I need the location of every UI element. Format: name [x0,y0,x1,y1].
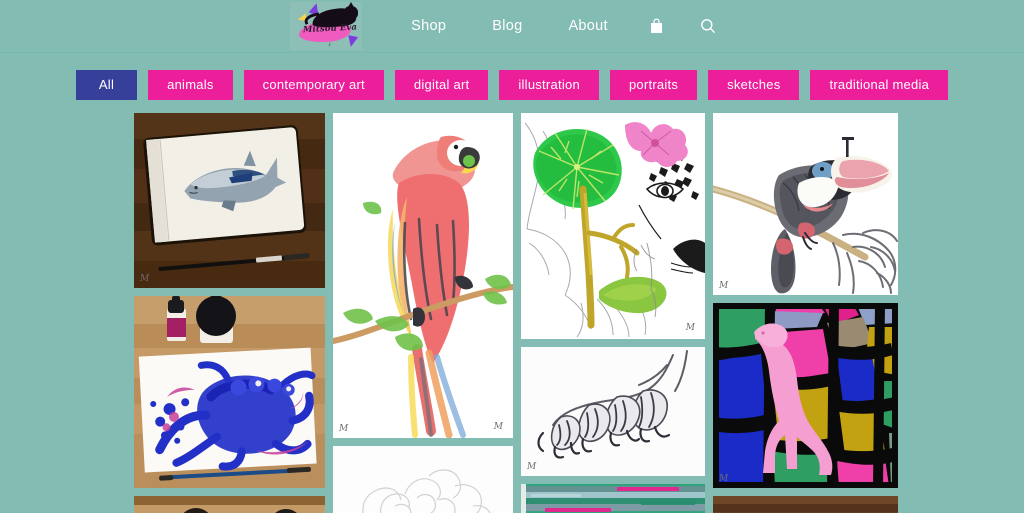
gallery-column-4: M M [713,113,898,513]
filter-button-portraits[interactable]: portraits [609,70,698,100]
ink-bottles-partial-image [134,496,325,513]
artwork-giraffe-stained-glass[interactable]: M [713,303,898,488]
artwork-scarlet-macaw[interactable]: M M [333,113,513,438]
cart-button[interactable] [631,0,682,53]
filter-button-digital-art[interactable]: digital art [394,70,489,100]
search-icon [700,18,716,34]
leopard-nasturtium-image [521,113,705,339]
site-logo[interactable]: Mitsou Eva ♪ [290,1,363,50]
artwork-shark-sketchbook[interactable]: M [134,113,325,288]
nav-link-shop[interactable]: Shop [388,0,469,53]
filter-button-animals[interactable]: animals [148,70,233,100]
shark-sketchbook-image [134,113,325,288]
header-inner: Mitsou Eva ♪ Shop Blog About [290,0,734,53]
site-header: Mitsou Eva ♪ Shop Blog About [0,0,1024,53]
abstract-landscape-image [521,484,705,513]
octopus-ink-image [134,296,325,488]
category-filter-bar: All animals contemporary art digital art… [0,53,1024,113]
artwork-desk-paper-partial[interactable] [713,496,898,513]
pencil-sketch-partial-image [333,446,513,513]
artwork-bluebell-sketch[interactable]: M [521,347,705,476]
filter-button-illustration[interactable]: illustration [499,70,599,100]
nav-link-about[interactable]: About [545,0,630,53]
filter-button-traditional-media[interactable]: traditional media [810,70,949,100]
cart-icon [649,18,664,34]
logo-cat-ear-icon [347,2,356,9]
gallery-column-2: M M [333,113,513,513]
scarlet-macaw-image [333,113,513,438]
filter-button-sketches[interactable]: sketches [708,70,800,100]
logo-purple-triangle-icon-2 [346,35,359,48]
logo-scribble: ♪ [328,42,332,48]
artwork-toucan[interactable]: M [713,113,898,295]
artwork-pencil-sketch-partial[interactable] [333,446,513,513]
filter-button-contemporary-art[interactable]: contemporary art [243,70,384,100]
artwork-octopus-ink[interactable] [134,296,325,488]
artwork-ink-bottles-partial[interactable] [134,496,325,513]
toucan-image [713,113,898,295]
gallery-column-3: M M [521,113,705,513]
desk-paper-partial-image [713,496,898,513]
giraffe-stained-glass-image [713,303,898,488]
main-navigation: Shop Blog About [388,0,734,53]
artwork-leopard-nasturtium[interactable]: M [521,113,705,339]
search-button[interactable] [682,0,734,53]
nav-link-blog[interactable]: Blog [469,0,545,53]
artwork-abstract-landscape[interactable] [521,484,705,513]
artwork-gallery: M M M M M M M [0,113,1024,513]
filter-button-all[interactable]: All [75,70,138,100]
bluebell-sketch-image [521,347,705,476]
gallery-column-1: M [134,113,325,513]
